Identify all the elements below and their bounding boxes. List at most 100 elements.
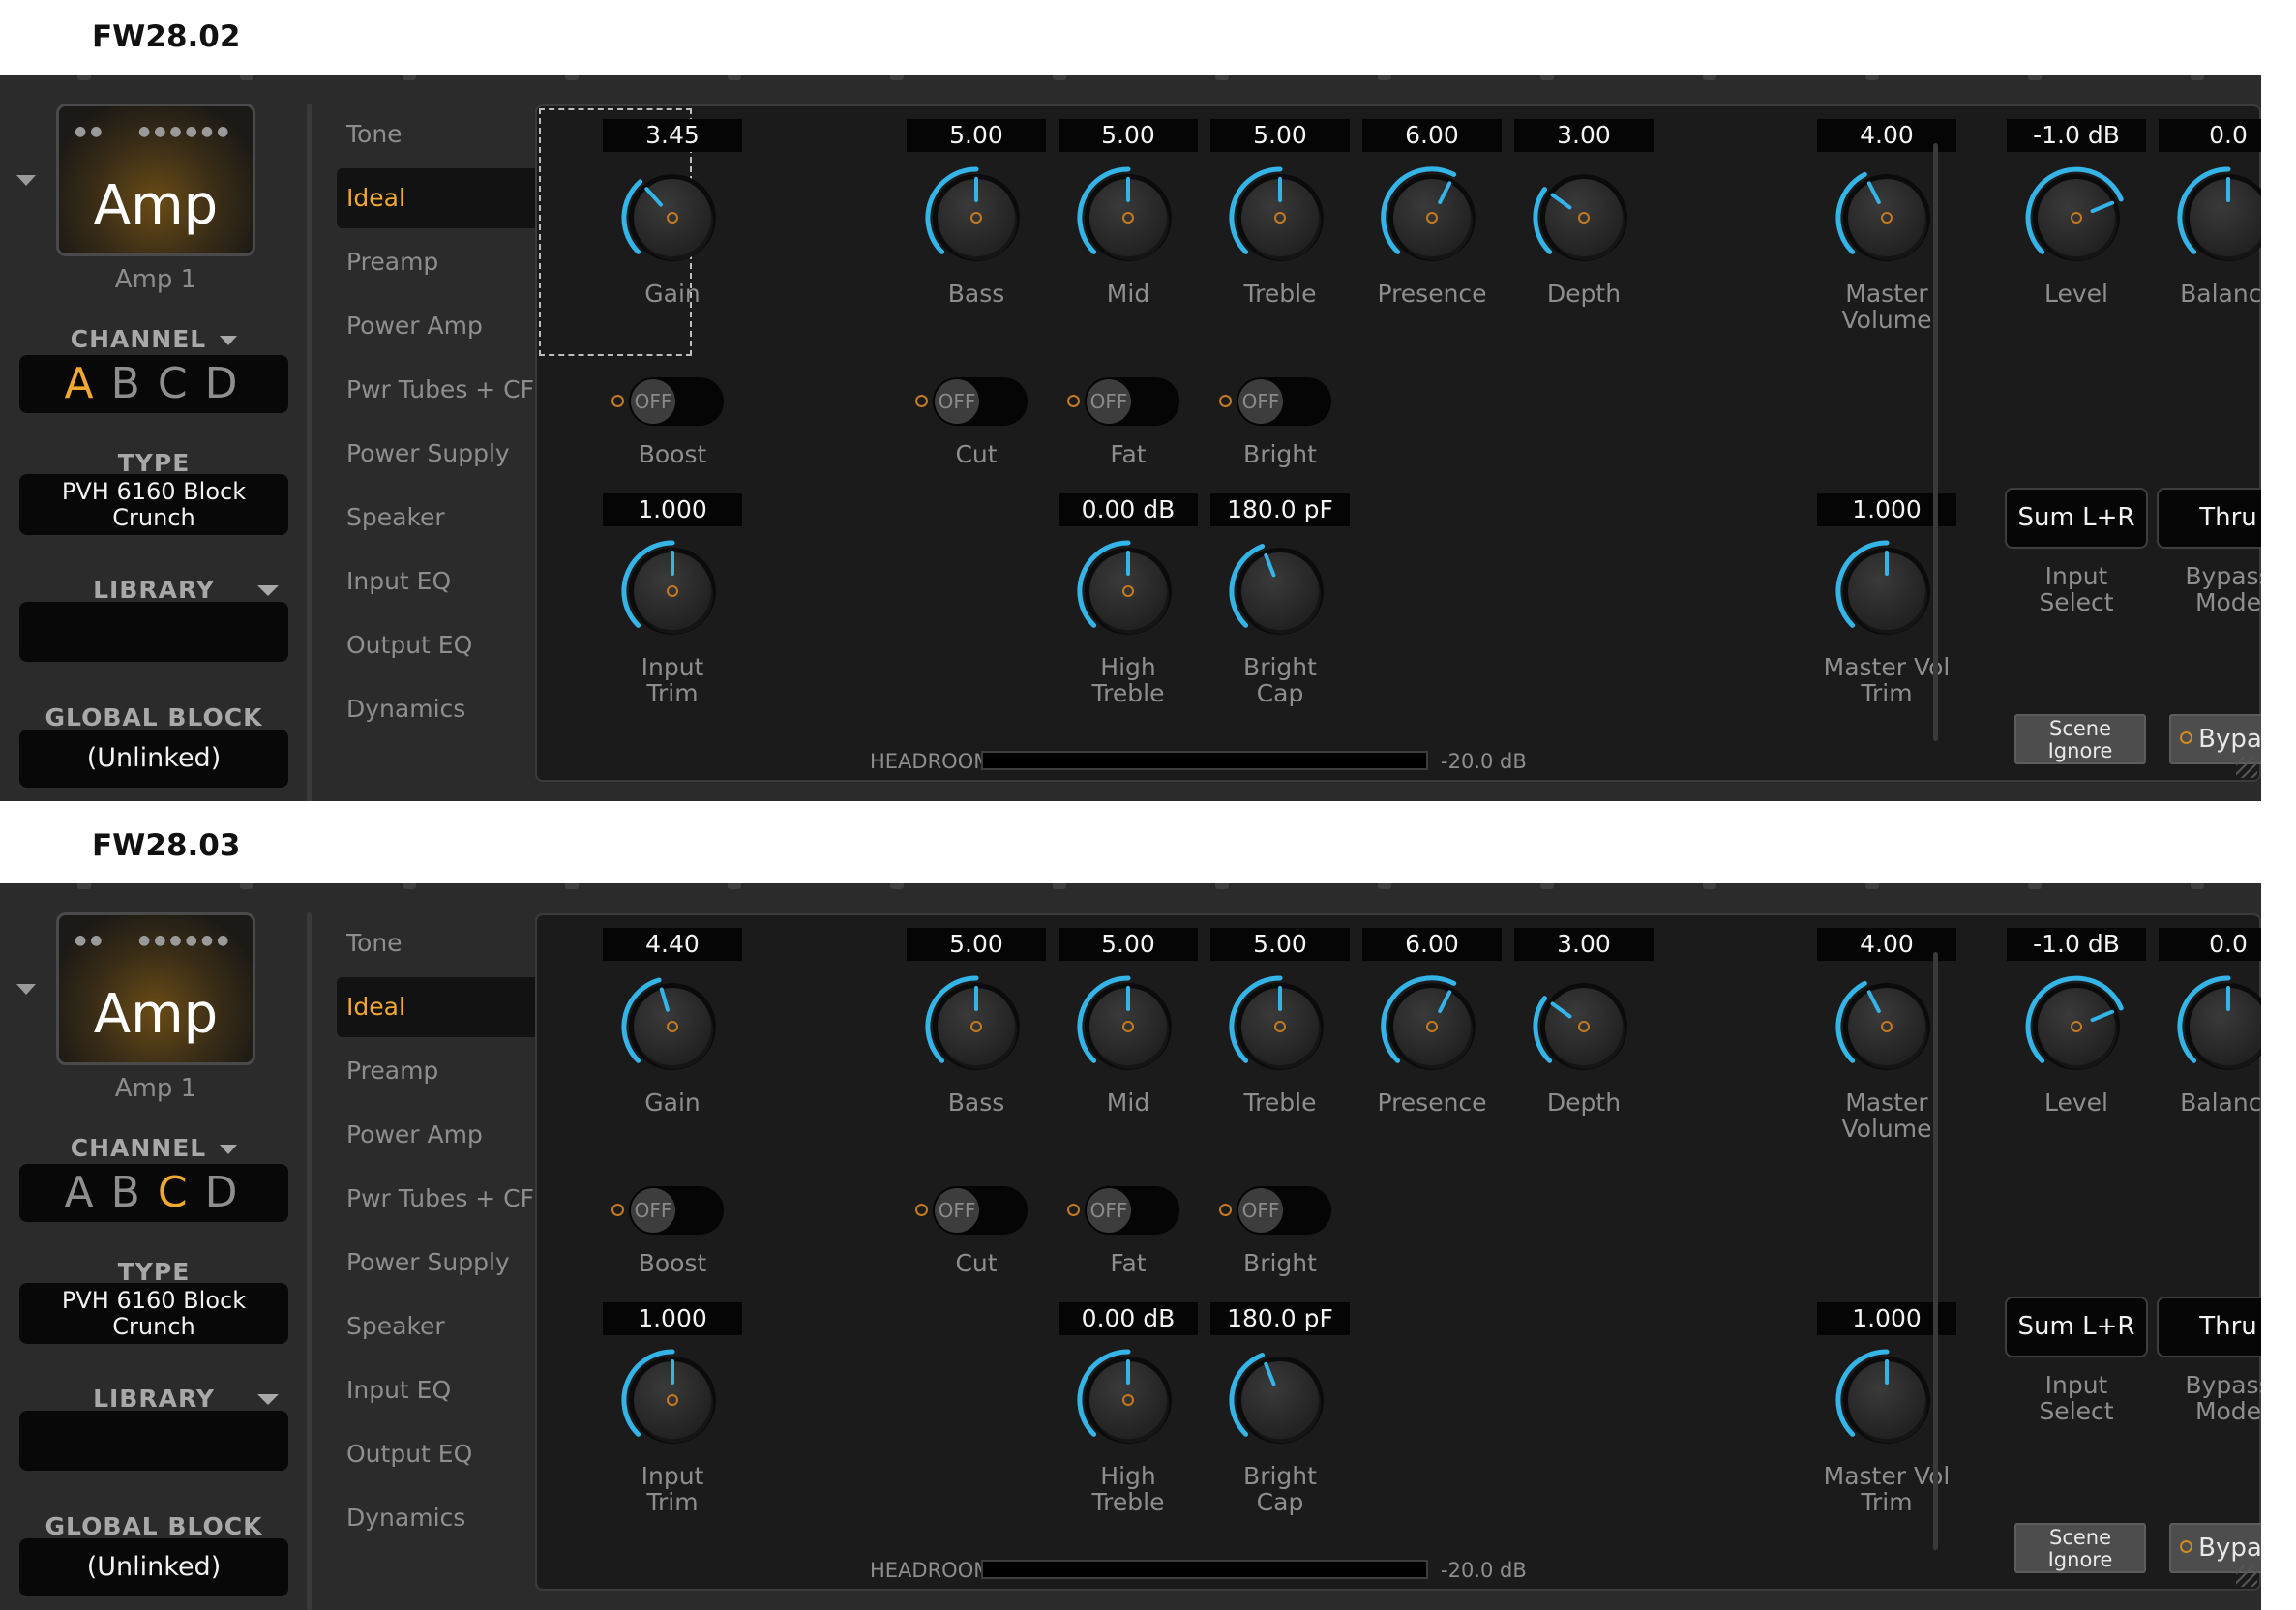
chevron-down-icon[interactable] <box>257 1394 279 1405</box>
menu-item-pwr-tubes-cf[interactable]: Pwr Tubes + CF <box>337 1169 535 1229</box>
menu-item-ideal[interactable]: Ideal <box>337 977 535 1037</box>
high-treble-knob[interactable] <box>1075 1347 1181 1453</box>
bright-toggle[interactable]: OFF <box>1219 1186 1331 1235</box>
gain-value[interactable]: 3.45 <box>603 119 742 152</box>
balance-knob[interactable] <box>2175 164 2261 271</box>
amp-type-selector[interactable]: PVH 6160 Block Crunch <box>19 474 288 535</box>
master-volume-knob[interactable] <box>1834 164 1940 271</box>
library-label[interactable]: LIBRARY <box>19 1385 288 1413</box>
depth-value[interactable]: 3.00 <box>1514 928 1654 961</box>
amp-block-icon[interactable]: ●● ●●●●●● Amp <box>56 104 255 256</box>
chevron-down-icon[interactable] <box>220 336 238 345</box>
menu-item-tone[interactable]: Tone <box>337 913 535 973</box>
toggle-thumb[interactable]: OFF <box>935 1188 979 1233</box>
depth-value[interactable]: 3.00 <box>1514 119 1654 152</box>
input-trim-knob[interactable] <box>619 538 726 644</box>
presence-value[interactable]: 6.00 <box>1362 928 1502 961</box>
toggle-thumb[interactable]: OFF <box>631 1188 675 1233</box>
boost-toggle[interactable]: OFF <box>611 1186 724 1235</box>
toggle-thumb[interactable]: OFF <box>1238 379 1283 424</box>
gain-knob[interactable] <box>619 164 726 271</box>
bright-toggle[interactable]: OFF <box>1219 377 1331 426</box>
level-value[interactable]: -1.0 dB <box>2007 119 2146 152</box>
channel-c[interactable]: C <box>158 1168 194 1217</box>
balance-knob[interactable] <box>2175 973 2261 1080</box>
input-trim-knob[interactable] <box>619 1347 726 1453</box>
bass-knob[interactable] <box>923 973 1029 1080</box>
presence-knob[interactable] <box>1379 164 1485 271</box>
depth-knob[interactable] <box>1531 164 1637 271</box>
bright-cap-knob[interactable] <box>1227 1347 1333 1453</box>
master-vol-trim-knob[interactable] <box>1834 538 1940 644</box>
input-select-button[interactable]: Sum L+R <box>2005 1297 2148 1357</box>
toggle-thumb[interactable]: OFF <box>631 379 675 424</box>
menu-item-dynamics[interactable]: Dynamics <box>337 1488 535 1548</box>
menu-item-pwr-tubes-cf[interactable]: Pwr Tubes + CF <box>337 360 535 420</box>
gain-value[interactable]: 4.40 <box>603 928 742 961</box>
toggle-thumb[interactable]: OFF <box>1238 1188 1283 1233</box>
treble-value[interactable]: 5.00 <box>1210 119 1350 152</box>
chevron-down-icon[interactable] <box>257 585 279 596</box>
treble-value[interactable]: 5.00 <box>1210 928 1350 961</box>
toggle-thumb[interactable]: OFF <box>935 379 979 424</box>
level-value[interactable]: -1.0 dB <box>2007 928 2146 961</box>
depth-knob[interactable] <box>1531 973 1637 1080</box>
input-trim-value[interactable]: 1.000 <box>603 493 742 526</box>
library-field[interactable] <box>19 1411 288 1471</box>
menu-item-ideal[interactable]: Ideal <box>337 168 535 228</box>
level-knob[interactable] <box>2023 164 2130 271</box>
scene-ignore-button[interactable]: Scene Ignore <box>2014 714 2146 764</box>
toggle-track[interactable]: OFF <box>629 377 724 426</box>
gain-knob[interactable] <box>619 973 726 1080</box>
mid-value[interactable]: 5.00 <box>1059 119 1198 152</box>
mid-value[interactable]: 5.00 <box>1059 928 1198 961</box>
resize-grip-icon[interactable] <box>2236 757 2257 778</box>
bypass-mode-button[interactable]: Thru <box>2157 1297 2261 1357</box>
channel-d[interactable]: D <box>205 1168 244 1217</box>
mid-knob[interactable] <box>1075 973 1181 1080</box>
menu-item-power-supply[interactable]: Power Supply <box>337 1233 535 1293</box>
master-vol-trim-knob[interactable] <box>1834 1347 1940 1453</box>
chevron-down-icon[interactable] <box>220 1145 238 1154</box>
channel-selector[interactable]: ABCD <box>19 1164 288 1222</box>
collapse-arrow-icon[interactable] <box>16 175 36 186</box>
balance-value[interactable]: 0.0 <box>2159 928 2261 961</box>
library-field[interactable] <box>19 602 288 662</box>
high-treble-knob[interactable] <box>1075 538 1181 644</box>
toggle-track[interactable]: OFF <box>1085 1186 1179 1235</box>
menu-item-power-amp[interactable]: Power Amp <box>337 296 535 356</box>
presence-value[interactable]: 6.00 <box>1362 119 1502 152</box>
master-volume-knob[interactable] <box>1834 973 1940 1080</box>
boost-toggle[interactable]: OFF <box>611 377 724 426</box>
channel-a[interactable]: A <box>65 1168 100 1217</box>
cut-toggle[interactable]: OFF <box>915 377 1028 426</box>
resize-grip-icon[interactable] <box>2236 1565 2257 1587</box>
bright-cap-knob[interactable] <box>1227 538 1333 644</box>
high-treble-value[interactable]: 0.00 dB <box>1059 493 1198 526</box>
input-select-button[interactable]: Sum L+R <box>2005 488 2148 549</box>
scene-ignore-button[interactable]: Scene Ignore <box>2014 1523 2146 1573</box>
channel-c[interactable]: C <box>158 359 194 408</box>
toggle-track[interactable]: OFF <box>1085 377 1179 426</box>
toggle-track[interactable]: OFF <box>933 377 1028 426</box>
channel-b[interactable]: B <box>111 359 146 408</box>
amp-type-selector[interactable]: PVH 6160 Block Crunch <box>19 1283 288 1344</box>
bass-value[interactable]: 5.00 <box>907 928 1046 961</box>
high-treble-value[interactable]: 0.00 dB <box>1059 1302 1198 1335</box>
channel-a[interactable]: A <box>65 359 100 408</box>
level-knob[interactable] <box>2023 973 2130 1080</box>
menu-item-output-eq[interactable]: Output EQ <box>337 1424 535 1484</box>
balance-value[interactable]: 0.0 <box>2159 119 2261 152</box>
channel-b[interactable]: B <box>111 1168 146 1217</box>
channel-label[interactable]: CHANNEL <box>19 1134 288 1162</box>
toggle-thumb[interactable]: OFF <box>1087 1188 1131 1233</box>
menu-item-input-eq[interactable]: Input EQ <box>337 1360 535 1420</box>
treble-knob[interactable] <box>1227 973 1333 1080</box>
treble-knob[interactable] <box>1227 164 1333 271</box>
amp-block-icon[interactable]: ●● ●●●●●● Amp <box>56 912 255 1065</box>
bass-knob[interactable] <box>923 164 1029 271</box>
mid-knob[interactable] <box>1075 164 1181 271</box>
bass-value[interactable]: 5.00 <box>907 119 1046 152</box>
channel-d[interactable]: D <box>205 359 244 408</box>
bypass-mode-button[interactable]: Thru <box>2157 488 2261 549</box>
